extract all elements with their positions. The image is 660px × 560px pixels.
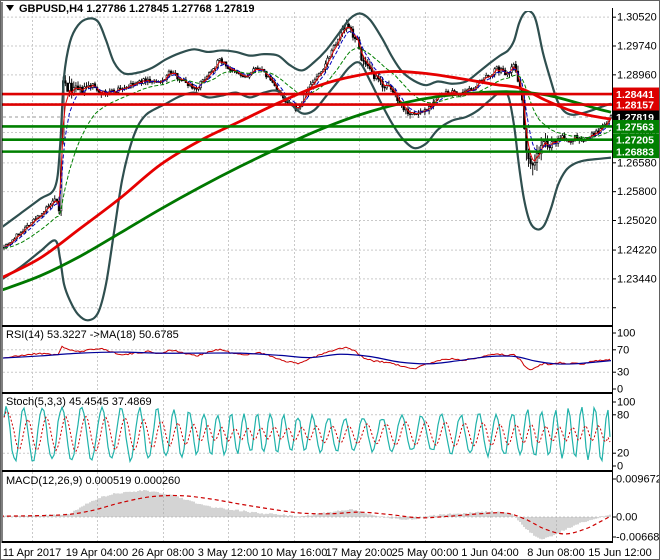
rsi-panel[interactable] bbox=[2, 327, 612, 392]
chart-canvas[interactable]: 1.305201.297401.289601.281801.274001.265… bbox=[0, 0, 660, 560]
stoch-panel[interactable] bbox=[2, 394, 612, 470]
time-axis[interactable] bbox=[2, 543, 612, 559]
mt4-chart-window: 1.305201.297401.289601.281801.274001.265… bbox=[0, 0, 660, 560]
main-chart-area[interactable] bbox=[2, 10, 612, 325]
price-axis[interactable] bbox=[613, 8, 660, 543]
macd-panel[interactable] bbox=[2, 472, 612, 541]
